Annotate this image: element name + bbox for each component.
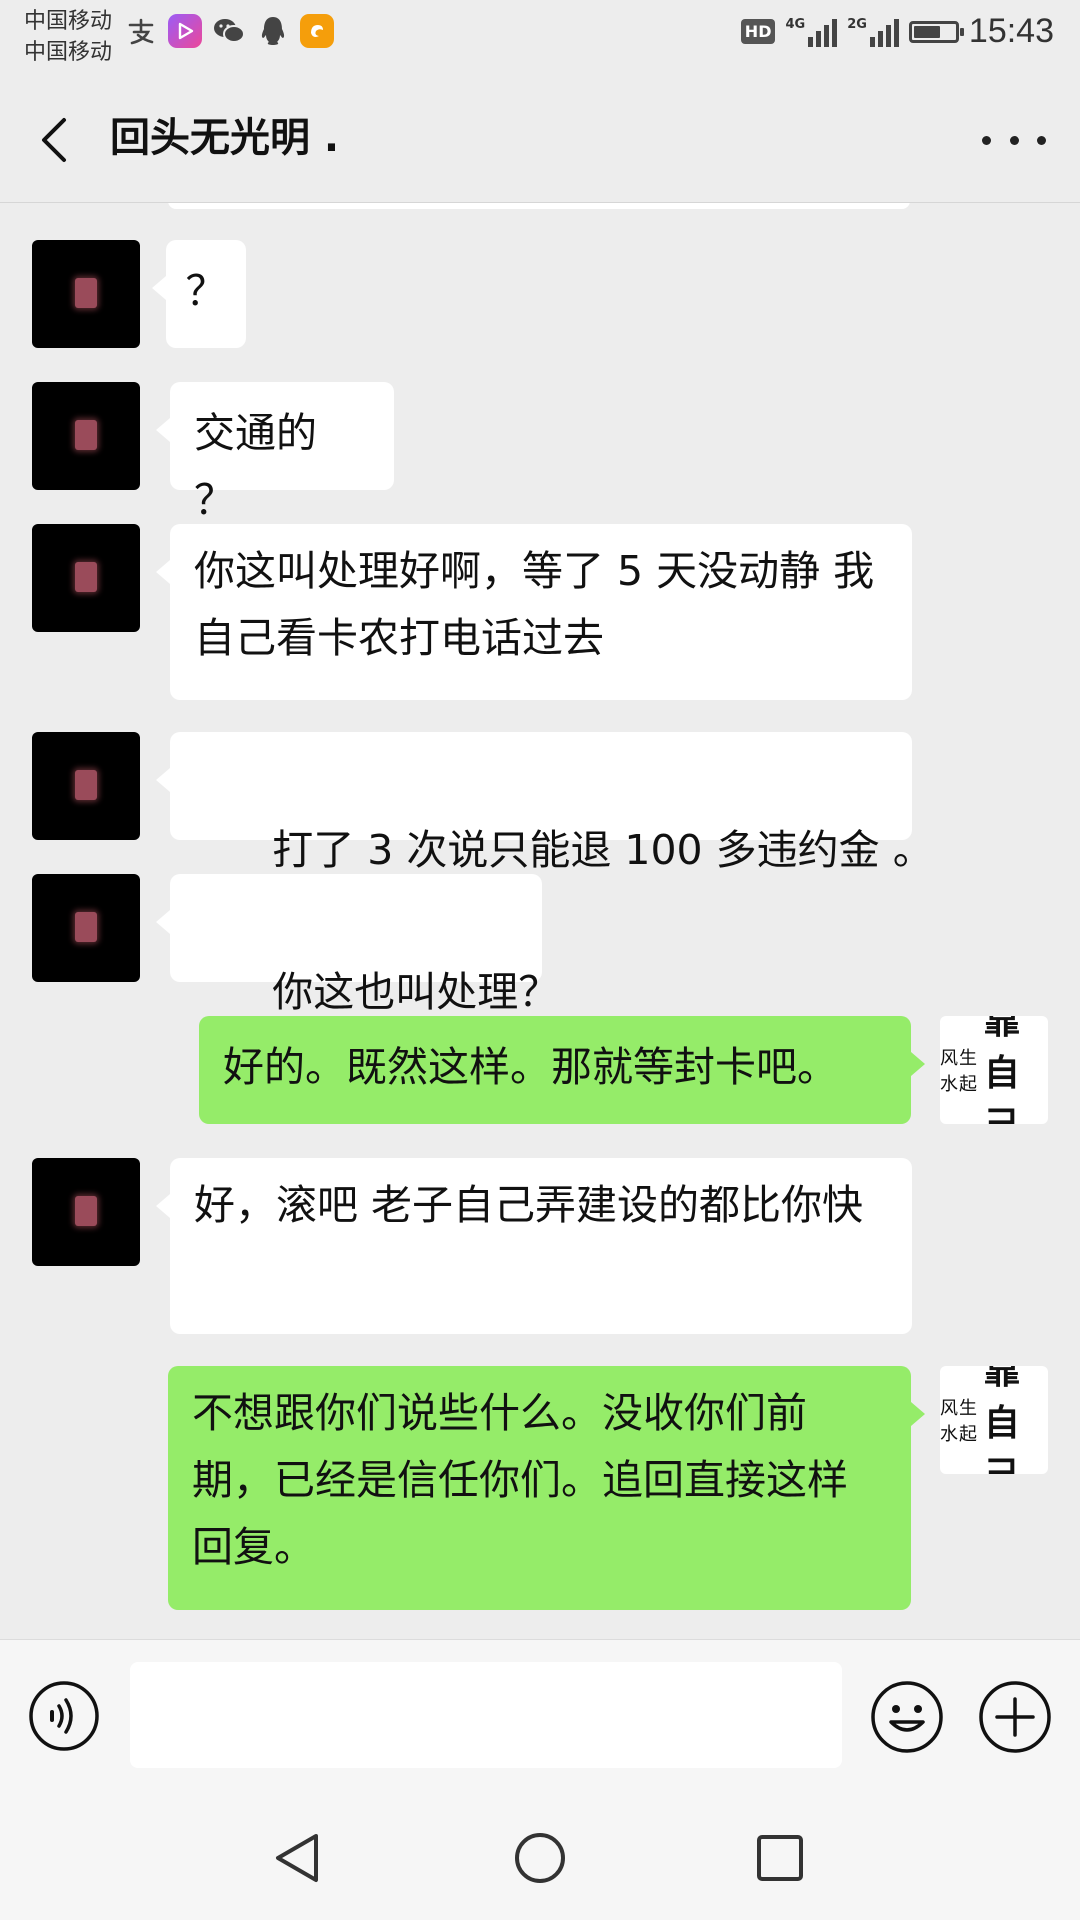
notification-icons <box>124 14 334 48</box>
more-functions-plus-icon[interactable] <box>978 1680 1052 1754</box>
avatar-logo-small-text: 风生水起 <box>940 1048 978 1095</box>
message-bubble-incoming[interactable]: 打了 3 次说只能退 100 多违约金 。 <box>156 732 934 874</box>
my-avatar[interactable]: 风生水起靠自己 <box>940 1016 1048 1124</box>
carrier-2: 中国移动 <box>24 40 113 65</box>
contact-avatar[interactable] <box>32 524 140 632</box>
emoji-icon[interactable] <box>870 1680 944 1754</box>
message-bubble-incoming[interactable]: ？ <box>152 240 246 348</box>
chat-header: 回头无光明 . <box>0 78 1080 203</box>
message-text: 好的。既然这样。那就等封卡吧。 <box>223 1043 838 1091</box>
message-bubble-outgoing[interactable]: 不想跟你们说些什么。没收你们前期，已经是信任你们。追回直接这样回复。 <box>168 1366 925 1610</box>
chat-input-bar <box>0 1639 1080 1781</box>
message-text: ？ <box>185 267 227 315</box>
message-text: 不想跟你们说些什么。没收你们前期，已经是信任你们。追回直接这样回复。 <box>192 1389 848 1571</box>
signal-1-label: 4G <box>785 16 806 32</box>
back-arrow-icon[interactable] <box>34 114 78 166</box>
message-text: 你这也叫处理？ <box>246 968 560 1016</box>
status-indicators: HD 4G 2G 15:43 <box>740 12 1054 51</box>
nav-recent-apps-icon[interactable] <box>754 1832 806 1884</box>
message-input[interactable] <box>130 1662 842 1768</box>
contact-avatar[interactable] <box>32 874 140 982</box>
wechat-icon <box>212 14 246 48</box>
video-app-icon <box>168 14 202 48</box>
battery-icon <box>908 20 964 43</box>
carrier-labels: 中国移动 中国移动 <box>24 6 112 68</box>
uc-browser-icon <box>300 14 334 48</box>
qq-icon <box>256 14 290 48</box>
system-navigation-bar <box>0 1780 1080 1920</box>
carrier-1: 中国移动 <box>24 9 113 34</box>
message-bubble-incoming[interactable]: 你这也叫处理？ <box>156 874 559 1016</box>
contact-avatar[interactable] <box>32 382 140 490</box>
signal-2-icon: 2G <box>847 17 899 47</box>
my-avatar[interactable]: 风生水起靠自己 <box>940 1366 1048 1474</box>
contact-avatar[interactable] <box>32 240 140 348</box>
contact-avatar[interactable] <box>32 732 140 840</box>
avatar-logo-big-text: 靠自己 <box>983 1366 1021 1474</box>
message-text: 交通的 ？ <box>194 409 317 524</box>
contact-avatar[interactable] <box>32 1158 140 1266</box>
signal-1-icon: 4G <box>785 16 838 47</box>
chat-message-list[interactable]: ？ 交通的 ？ 你这叫处理好啊，等了 5 天没动静 我自己看卡农打电话过去 打了… <box>0 203 1080 1639</box>
alipay-icon <box>124 14 158 48</box>
status-bar: 中国移动 中国移动 HD 4G 2G 15:43 <box>0 0 1080 78</box>
avatar-logo-small-text: 风生水起 <box>940 1398 978 1445</box>
message-bubble-incoming[interactable]: 你这叫处理好啊，等了 5 天没动静 我自己看卡农打电话过去 <box>156 524 912 700</box>
chat-title: 回头无光明 . <box>110 115 340 161</box>
message-bubble-outgoing[interactable]: 好的。既然这样。那就等封卡吧。 <box>199 1016 925 1124</box>
signal-2-label: 2G <box>847 16 867 32</box>
message-bubble-incoming[interactable]: 好，滚吧 老子自己弄建设的都比你快 <box>156 1158 912 1334</box>
message-text: 打了 3 次说只能退 100 多违约金 。 <box>246 826 934 874</box>
previous-message-bubble-partial <box>168 203 910 209</box>
voice-input-icon[interactable] <box>28 1680 100 1752</box>
nav-home-icon[interactable] <box>512 1830 568 1886</box>
status-time: 15:43 <box>968 12 1054 50</box>
hd-badge: HD <box>740 19 776 44</box>
nav-back-icon[interactable] <box>270 1830 326 1886</box>
message-bubble-incoming[interactable]: 交通的 ？ <box>156 382 394 524</box>
more-options-icon[interactable] <box>982 118 1046 162</box>
message-text: 好，滚吧 老子自己弄建设的都比你快 <box>194 1181 864 1229</box>
message-text: 你这叫处理好啊，等了 5 天没动静 我自己看卡农打电话过去 <box>194 547 875 662</box>
avatar-logo-big-text: 靠自己 <box>983 1016 1021 1124</box>
